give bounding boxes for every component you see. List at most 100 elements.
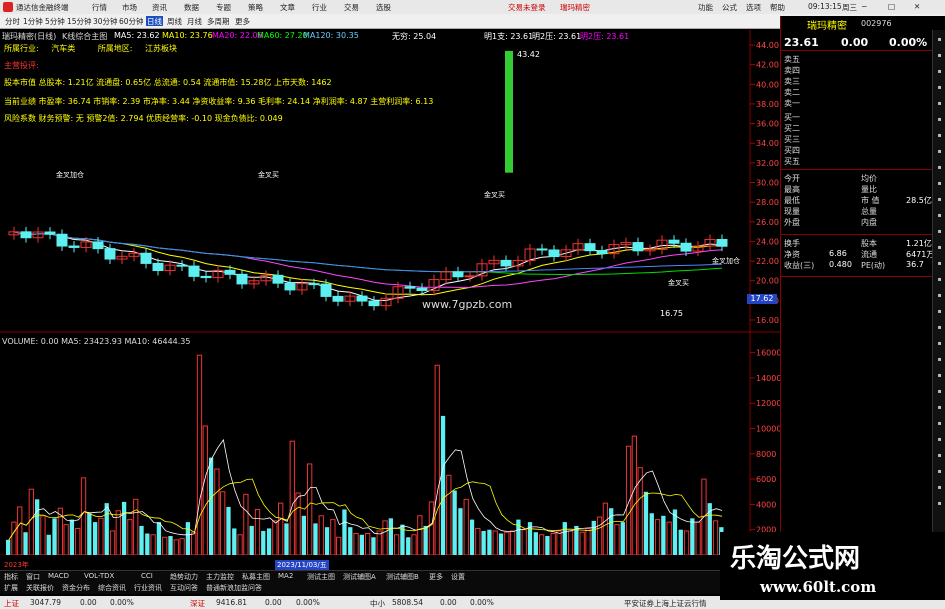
info-tab[interactable]: 普通新浪加监问答: [206, 583, 262, 593]
toolbar-icon[interactable]: ▪: [934, 84, 945, 95]
close-icon[interactable]: ✕: [914, 2, 920, 11]
period-30min[interactable]: 30分钟: [92, 16, 119, 26]
index-shenzhen-name[interactable]: 深证: [190, 598, 205, 609]
indicator-tab[interactable]: 趋势动力: [170, 572, 198, 582]
price-tick-label: 26.00: [756, 218, 779, 227]
menu-gongshi[interactable]: 公式: [722, 2, 737, 13]
toolbar-icon[interactable]: ▪: [934, 148, 945, 159]
toolbar-icon[interactable]: ▪: [934, 452, 945, 463]
maximize-icon[interactable]: □: [888, 2, 895, 11]
period-5min[interactable]: 5分钟: [44, 16, 66, 26]
indicator-tab[interactable]: 测试辅图B: [386, 572, 419, 582]
period-fenshi[interactable]: 分时: [4, 16, 21, 26]
candle-body: [92, 241, 104, 250]
toolbar-icon[interactable]: ▪: [934, 116, 945, 127]
toolbar-icon[interactable]: ▪: [934, 164, 945, 175]
divider-bottom: [781, 276, 933, 277]
menu-hangye[interactable]: 行业: [312, 2, 327, 13]
period-60min[interactable]: 60分钟: [118, 16, 145, 26]
menu-xuangu[interactable]: 选股: [376, 2, 391, 13]
menu-jiaoyi[interactable]: 交易: [344, 2, 359, 13]
indicator-tab[interactable]: CCI: [141, 572, 153, 580]
toolbar-icon[interactable]: ▪: [934, 468, 945, 479]
toolbar-icon[interactable]: ▪: [934, 244, 945, 255]
toolbar-icon[interactable]: ▪: [934, 500, 945, 511]
toolbar-icon[interactable]: ▪: [934, 276, 945, 287]
toolbar-icon[interactable]: ▪: [934, 260, 945, 271]
index-sme-name[interactable]: 中小: [370, 598, 385, 609]
toolbar-icon[interactable]: ▪: [934, 132, 945, 143]
indicator-tab[interactable]: 窗口: [26, 572, 40, 582]
indicator-tab[interactable]: 主力监控: [206, 572, 234, 582]
info-tab[interactable]: 互动问答: [170, 583, 198, 593]
menu-shuju[interactable]: 数据: [184, 2, 199, 13]
index-shanghai-name[interactable]: 上证: [4, 598, 19, 609]
toolbar-icon[interactable]: ▪: [934, 420, 945, 431]
info-tab[interactable]: 资金分布: [62, 583, 90, 593]
toolbar-icon[interactable]: ▪: [934, 52, 945, 63]
menu-celue[interactable]: 策略: [248, 2, 263, 13]
period-monthly[interactable]: 月线: [186, 16, 203, 26]
info-line-performance: 当前业绩 市盈率: 36.74 市销率: 2.39 市净率: 3.44 净资收益…: [4, 97, 434, 106]
menu-bangzhu[interactable]: 帮助: [770, 2, 785, 13]
toolbar-icon[interactable]: ▪: [934, 308, 945, 319]
menu-hangqing[interactable]: 行情: [92, 2, 107, 13]
toolbar-icon[interactable]: ▪: [934, 68, 945, 79]
menu-zhuanti[interactable]: 专题: [216, 2, 231, 13]
volume-bar: [226, 506, 231, 555]
chart-indicator-name[interactable]: K线综合主图: [62, 31, 107, 42]
period-15min[interactable]: 15分钟: [66, 16, 93, 26]
volume-bar: [423, 525, 428, 555]
trade-login-status[interactable]: 交易未登录: [508, 2, 546, 13]
volume-bar: [139, 525, 144, 555]
indicator-tab[interactable]: VOL-TDX: [84, 572, 114, 580]
minimize-icon[interactable]: ─: [862, 2, 867, 11]
menu-gongneng[interactable]: 功能: [698, 2, 713, 13]
indicator-tab[interactable]: 测试主图: [307, 572, 335, 582]
menu-shichang[interactable]: 市场: [122, 2, 137, 13]
toolbar-icon[interactable]: ▪: [934, 100, 945, 111]
toolbar-icon[interactable]: ▪: [934, 436, 945, 447]
indicator-tab[interactable]: 私募主图: [242, 572, 270, 582]
info-tab[interactable]: 行业资讯: [134, 583, 162, 593]
indicator-tab[interactable]: 指标: [4, 572, 18, 582]
info-tab[interactable]: 关联报价: [26, 583, 54, 593]
indicator-tab[interactable]: 更多: [429, 572, 443, 582]
volume-bar: [498, 533, 504, 555]
toolbar-icon[interactable]: ▪: [934, 212, 945, 223]
quote-stock-name: 瑞玛精密: [807, 21, 847, 32]
kline-chart[interactable]: 44.00 42.00 40.00 38.00 36.00 34.00 32.00 30.00…: [0, 30, 780, 555]
toolbar-icon[interactable]: ▪: [934, 356, 945, 367]
toolbar-icon[interactable]: ▪: [934, 404, 945, 415]
period-daily[interactable]: 日线: [146, 16, 163, 26]
toolbar-icon[interactable]: ▪: [934, 196, 945, 207]
info-tab[interactable]: 扩展: [4, 583, 18, 593]
volume-bar: [313, 523, 318, 555]
period-1min[interactable]: 1分钟: [22, 16, 44, 26]
toolbar-icon[interactable]: ▪: [934, 484, 945, 495]
menu-zixun[interactable]: 资讯: [152, 2, 167, 13]
indicator-tab[interactable]: MA2: [278, 572, 293, 580]
toolbar-icon[interactable]: ▪: [934, 36, 945, 47]
toolbar-icon[interactable]: ▪: [934, 228, 945, 239]
signal-cross-buy-1: 金叉买: [258, 171, 279, 179]
info-line-share: 股本市值 总股本: 1.21亿 流通盘: 0.65亿 总流通: 0.54 流通市…: [4, 78, 332, 87]
toolbar-icon[interactable]: ▪: [934, 324, 945, 335]
period-weekly[interactable]: 周线: [166, 16, 183, 26]
toolbar-icon[interactable]: ▪: [934, 340, 945, 351]
toolbar-icon[interactable]: ▪: [934, 292, 945, 303]
toolbar-icon[interactable]: ▪: [934, 372, 945, 383]
menu-xuanxiang[interactable]: 选项: [746, 2, 761, 13]
indicator-tab[interactable]: MACD: [48, 572, 69, 580]
indicator-tab[interactable]: 测试辅图A: [343, 572, 376, 582]
menu-wenzhang[interactable]: 文章: [280, 2, 295, 13]
toolbar-icon[interactable]: ▪: [934, 388, 945, 399]
info-tab[interactable]: 综合资讯: [98, 583, 126, 593]
indicator-tab[interactable]: 设置: [451, 572, 465, 582]
volume-bar: [342, 509, 347, 555]
toolbar-icon[interactable]: ▪: [934, 180, 945, 191]
period-more[interactable]: 更多: [234, 16, 251, 26]
volume-tick-label: 14000: [756, 374, 780, 383]
period-multi[interactable]: 多周期: [206, 16, 231, 26]
candle-body: [332, 295, 344, 302]
